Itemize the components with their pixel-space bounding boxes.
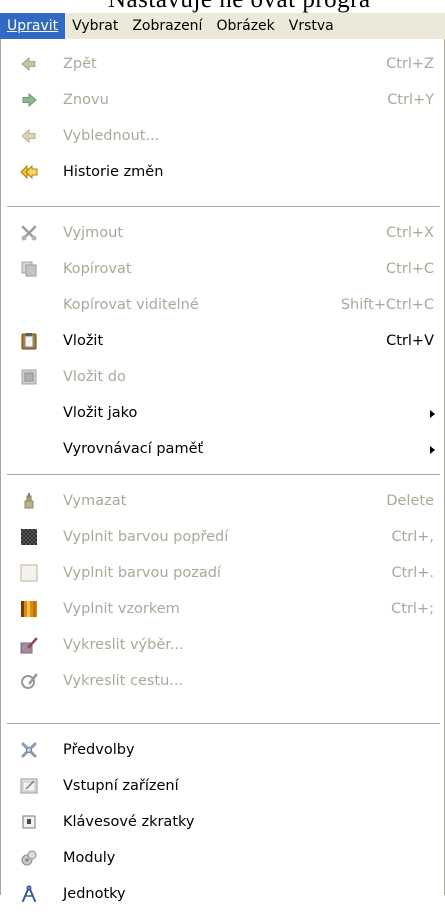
menu-item-label: Předvolby bbox=[63, 742, 135, 758]
menu-item-label: Kopírovat bbox=[63, 261, 132, 277]
clear-icon bbox=[20, 492, 38, 510]
menubar-item-upravit[interactable]: Upravit bbox=[0, 13, 66, 39]
input-devices-icon bbox=[20, 777, 38, 795]
fill-pattern-icon bbox=[20, 600, 38, 618]
menu-item-shortcut: Ctrl+; bbox=[391, 601, 434, 617]
menu-item-paste[interactable]: Vložit Ctrl+V bbox=[1, 323, 444, 359]
menu-item-fade[interactable]: Vyblednout... bbox=[1, 118, 444, 154]
menu-item-paste-as[interactable]: Vložit jako bbox=[1, 395, 444, 431]
paste-icon bbox=[20, 332, 38, 350]
menu-item-shortcut: Shift+Ctrl+C bbox=[340, 297, 434, 313]
units-icon bbox=[20, 885, 38, 903]
menu-item-shortcut: Ctrl+. bbox=[391, 565, 434, 581]
menu-item-label: Klávesové zkratky bbox=[63, 814, 195, 830]
menu-item-shortcut: Delete bbox=[386, 493, 434, 509]
redo-icon bbox=[20, 91, 38, 109]
menu-item-label: Jednotky bbox=[63, 886, 126, 902]
menu-item-label: Vyblednout... bbox=[63, 128, 160, 144]
copy-icon bbox=[20, 260, 38, 278]
menu-separator bbox=[7, 474, 440, 476]
fill-fg-icon bbox=[20, 528, 38, 546]
menubar-item-vrstva[interactable]: Vrstva bbox=[282, 13, 341, 39]
menu-bar: Upravit Vybrat Zobrazení Obrázek Vrstva bbox=[0, 13, 445, 40]
menu-item-label: Vyplnit barvou pozadí bbox=[63, 565, 221, 581]
menu-item-label: Vykreslit cestu... bbox=[63, 673, 184, 689]
fill-bg-icon bbox=[20, 564, 38, 582]
edit-menu-dropdown: Zpět Ctrl+Z Znovu Ctrl+Y Vyblednout... H… bbox=[0, 39, 445, 902]
menu-item-shortcut: Ctrl+, bbox=[391, 529, 434, 545]
menu-item-label: Znovu bbox=[63, 92, 109, 108]
menu-item-label: Moduly bbox=[63, 850, 116, 866]
cut-icon bbox=[20, 224, 38, 242]
clipped-window-text-content: Nastavuje ne ovat progra bbox=[108, 0, 371, 13]
menu-item-preferences[interactable]: Předvolby bbox=[1, 732, 444, 768]
menu-item-fill-pattern[interactable]: Vyplnit vzorkem Ctrl+; bbox=[1, 591, 444, 627]
menu-item-units[interactable]: Jednotky bbox=[1, 876, 444, 912]
menu-separator bbox=[7, 206, 440, 208]
menu-item-label: Vymazat bbox=[63, 493, 127, 509]
menu-item-fill-fg[interactable]: Vyplnit barvou popředí Ctrl+, bbox=[1, 519, 444, 555]
menu-item-label: Vyrovnávací paměť bbox=[63, 441, 204, 457]
menu-item-label: Vykreslit výběr... bbox=[63, 637, 184, 653]
menu-item-shortcut: Ctrl+Z bbox=[386, 56, 434, 72]
menu-item-stroke-selection[interactable]: Vykreslit výběr... bbox=[1, 627, 444, 663]
menu-item-label: Kopírovat viditelné bbox=[63, 297, 199, 313]
submenu-arrow-icon bbox=[430, 410, 435, 418]
modules-icon bbox=[20, 849, 38, 867]
menu-item-shortcut: Ctrl+V bbox=[386, 333, 434, 349]
stroke-path-icon bbox=[20, 672, 38, 690]
stroke-selection-icon bbox=[20, 636, 38, 654]
menu-item-undo[interactable]: Zpět Ctrl+Z bbox=[1, 46, 444, 82]
menu-item-label: Vložit do bbox=[63, 369, 126, 385]
clipped-window-text: Nastavuje ne ovat progra bbox=[0, 0, 445, 13]
undo-icon bbox=[20, 55, 38, 73]
menu-item-fill-bg[interactable]: Vyplnit barvou pozadí Ctrl+. bbox=[1, 555, 444, 591]
menu-item-label: Vložit jako bbox=[63, 405, 138, 421]
menu-item-copy[interactable]: Kopírovat Ctrl+C bbox=[1, 251, 444, 287]
fade-icon bbox=[20, 127, 38, 145]
menu-item-buffer[interactable]: Vyrovnávací paměť bbox=[1, 431, 444, 467]
menu-item-label: Vyplnit vzorkem bbox=[63, 601, 180, 617]
menu-item-modules[interactable]: Moduly bbox=[1, 840, 444, 876]
menu-item-label: Vyjmout bbox=[63, 225, 124, 241]
menu-item-input-devices[interactable]: Vstupní zařízení bbox=[1, 768, 444, 804]
menu-item-cut[interactable]: Vyjmout Ctrl+X bbox=[1, 215, 444, 251]
menu-item-shortcut: Ctrl+Y bbox=[387, 92, 434, 108]
menu-item-label: Vyplnit barvou popředí bbox=[63, 529, 229, 545]
menu-separator bbox=[7, 723, 440, 725]
menu-item-label: Vložit bbox=[63, 333, 104, 349]
menu-item-redo[interactable]: Znovu Ctrl+Y bbox=[1, 82, 444, 118]
preferences-icon bbox=[20, 741, 38, 759]
keyboard-shortcuts-icon bbox=[20, 813, 38, 831]
history-icon bbox=[20, 163, 38, 181]
menu-item-label: Zpět bbox=[63, 56, 97, 72]
menu-item-stroke-path[interactable]: Vykreslit cestu... bbox=[1, 663, 444, 699]
menu-item-label: Vstupní zařízení bbox=[63, 778, 179, 794]
menu-item-label: Historie změn bbox=[63, 164, 164, 180]
submenu-arrow-icon bbox=[430, 446, 435, 454]
menu-item-keyboard-shortcuts[interactable]: Klávesové zkratky bbox=[1, 804, 444, 840]
menu-item-shortcut: Ctrl+C bbox=[385, 261, 434, 277]
menu-item-clear[interactable]: Vymazat Delete bbox=[1, 483, 444, 519]
menubar-item-zobrazeni[interactable]: Zobrazení bbox=[125, 13, 209, 39]
menu-item-copy-visible[interactable]: Kopírovat viditelné Shift+Ctrl+C bbox=[1, 287, 444, 323]
menu-item-shortcut: Ctrl+X bbox=[386, 225, 434, 241]
paste-into-icon bbox=[20, 368, 38, 386]
menubar-item-obrazek[interactable]: Obrázek bbox=[209, 13, 281, 39]
menu-item-paste-into[interactable]: Vložit do bbox=[1, 359, 444, 395]
menubar-item-vybrat[interactable]: Vybrat bbox=[65, 13, 125, 39]
menu-item-history[interactable]: Historie změn bbox=[1, 154, 444, 190]
